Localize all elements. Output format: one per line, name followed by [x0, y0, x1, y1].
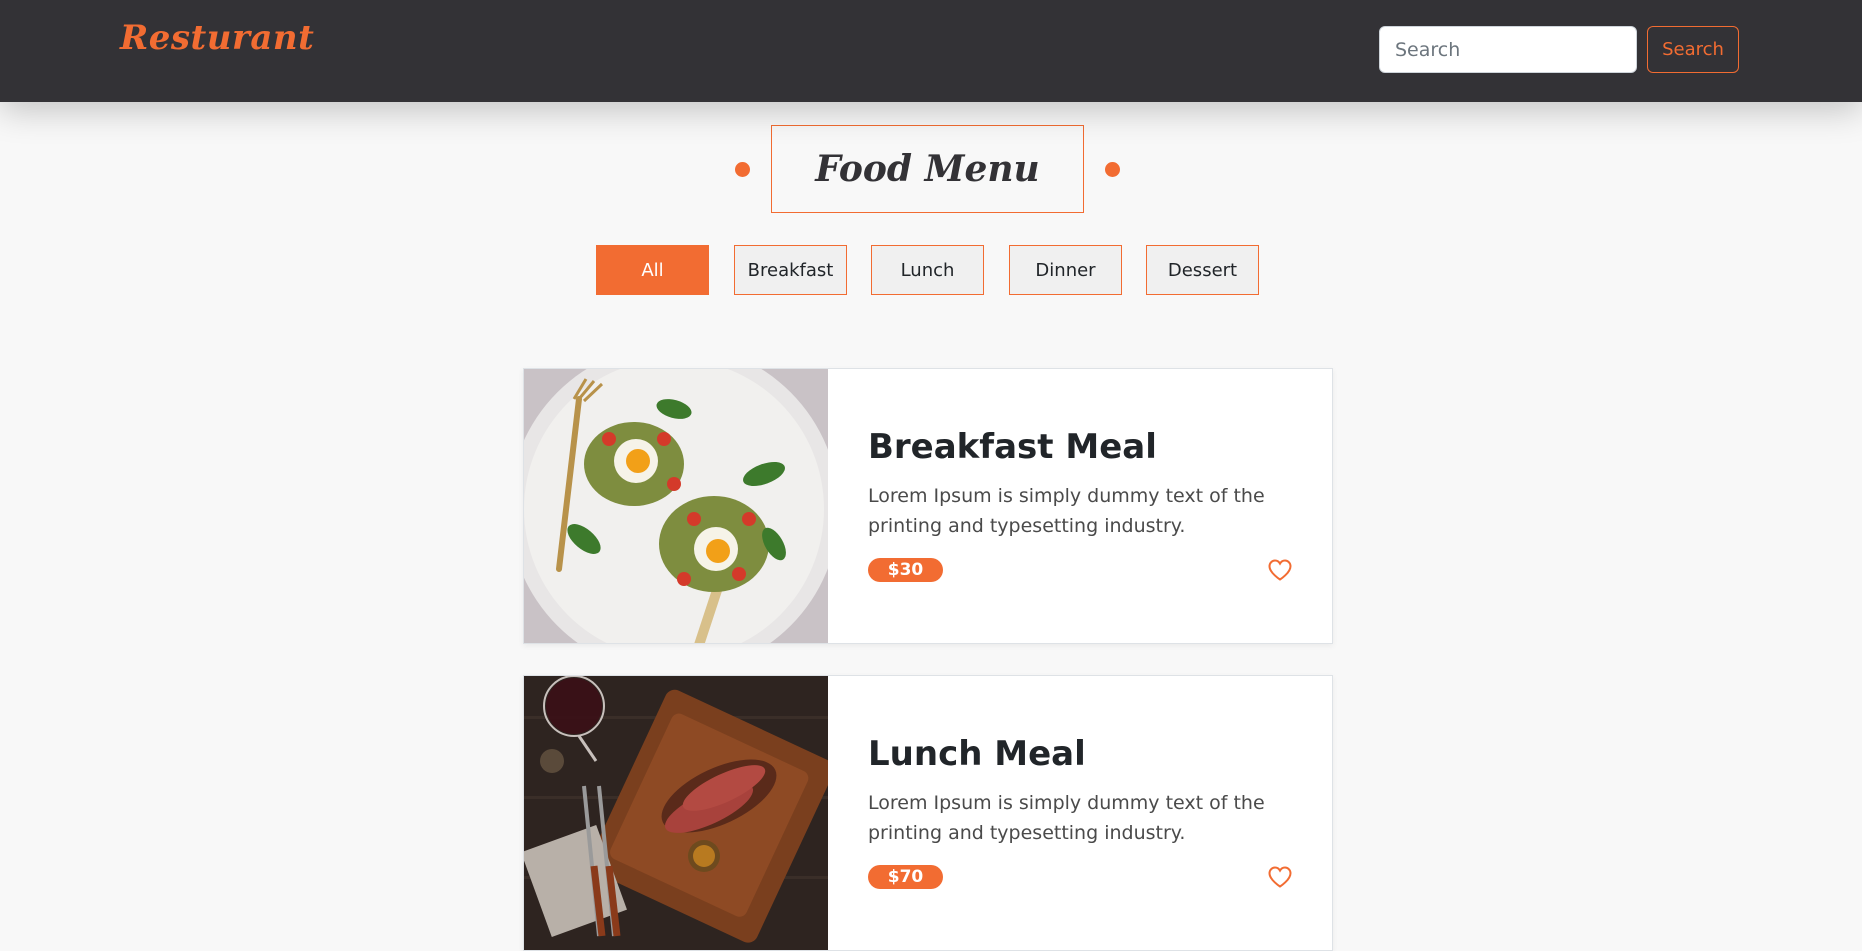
- menu-title-section: Food Menu: [0, 125, 1862, 213]
- filter-dessert-button[interactable]: Dessert: [1146, 245, 1259, 295]
- menu-item-title: Breakfast Meal: [868, 427, 1157, 467]
- menu-item-body: Breakfast Meal Lorem Ipsum is simply dum…: [828, 369, 1332, 643]
- menu-item-body: Lunch Meal Lorem Ipsum is simply dummy t…: [828, 676, 1332, 950]
- filter-breakfast-button[interactable]: Breakfast: [734, 245, 847, 295]
- menu-item-card[interactable]: Lunch Meal Lorem Ipsum is simply dummy t…: [523, 675, 1333, 951]
- navbar: Resturant Search: [0, 0, 1862, 102]
- filter-dinner-button[interactable]: Dinner: [1009, 245, 1122, 295]
- search-input[interactable]: [1379, 26, 1637, 73]
- menu-item-card[interactable]: Breakfast Meal Lorem Ipsum is simply dum…: [523, 368, 1333, 644]
- filter-all-button[interactable]: All: [596, 245, 709, 295]
- breakfast-plate-image: [524, 369, 828, 643]
- heart-icon[interactable]: [1267, 558, 1293, 582]
- price-badge: $30: [868, 558, 943, 582]
- filter-lunch-button[interactable]: Lunch: [871, 245, 984, 295]
- category-filters: All Breakfast Lunch Dinner Dessert: [0, 245, 1862, 295]
- title-dot-left: [735, 162, 750, 177]
- price-badge: $70: [868, 865, 943, 889]
- brand-logo[interactable]: Resturant: [120, 18, 314, 58]
- title-dot-right: [1105, 162, 1120, 177]
- heart-icon[interactable]: [1267, 865, 1293, 889]
- search-button[interactable]: Search: [1647, 26, 1739, 73]
- menu-item-description: Lorem Ipsum is simply dummy text of the …: [868, 792, 1265, 844]
- menu-item-title: Lunch Meal: [868, 734, 1086, 774]
- steak-board-image: [524, 676, 828, 950]
- menu-item-description: Lorem Ipsum is simply dummy text of the …: [868, 485, 1265, 537]
- page-title: Food Menu: [771, 125, 1084, 213]
